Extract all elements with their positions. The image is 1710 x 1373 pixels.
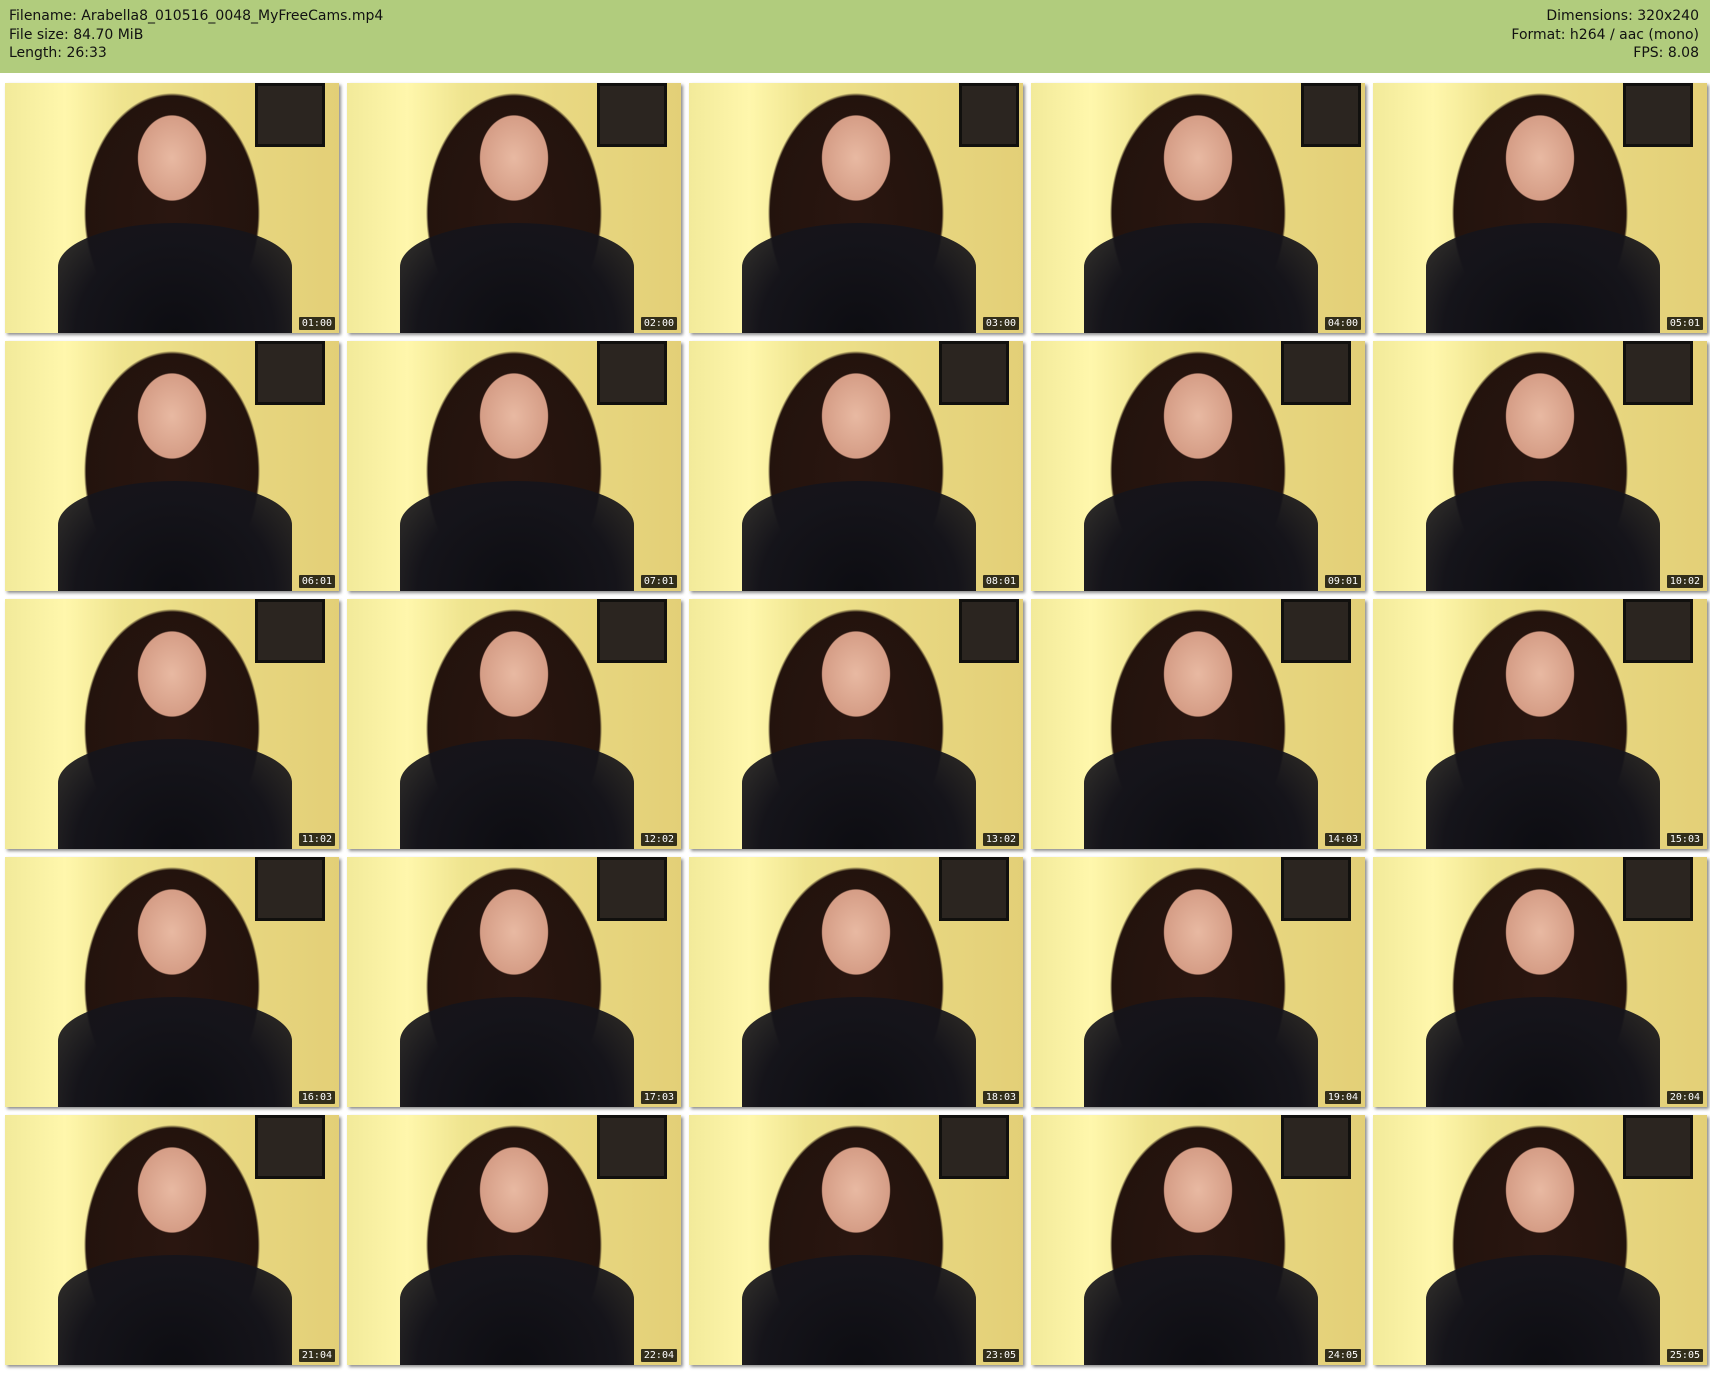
thumbnail: 22:04: [347, 1115, 681, 1365]
thumbnail: 25:05: [1373, 1115, 1707, 1365]
timestamp: 19:04: [1324, 1091, 1361, 1104]
timestamp: 02:00: [640, 317, 677, 330]
thumbnail: 16:03: [5, 857, 339, 1107]
timestamp: 15:03: [1666, 833, 1703, 846]
timestamp: 01:00: [298, 317, 335, 330]
timestamp: 06:01: [298, 575, 335, 588]
thumbnail: 01:00: [5, 83, 339, 333]
thumbnail: 20:04: [1373, 857, 1707, 1107]
thumbnail: 12:02: [347, 599, 681, 849]
timestamp: 17:03: [640, 1091, 677, 1104]
thumbnail: 09:01: [1031, 341, 1365, 591]
dimensions-text: Dimensions: 320x240: [1546, 8, 1699, 24]
timestamp: 04:00: [1324, 317, 1361, 330]
stream-info: Dimensions: 320x240 Format: h264 / aac (…: [1511, 7, 1699, 63]
timestamp: 22:04: [640, 1349, 677, 1362]
timestamp: 16:03: [298, 1091, 335, 1104]
thumbnail: 06:01: [5, 341, 339, 591]
thumbnail-grid: 01:00 02:00 03:00 04:00 05:01 06:01 07:0…: [5, 83, 1707, 1365]
thumbnail: 21:04: [5, 1115, 339, 1365]
timestamp: 13:02: [982, 833, 1019, 846]
thumbnail: 24:05: [1031, 1115, 1365, 1365]
info-header: Filename: Arabella8_010516_0048_MyFreeCa…: [0, 0, 1710, 73]
thumbnail: 02:00: [347, 83, 681, 333]
thumbnail: 08:01: [689, 341, 1023, 591]
thumbnail: 05:01: [1373, 83, 1707, 333]
thumbnail: 17:03: [347, 857, 681, 1107]
thumbnail: 14:03: [1031, 599, 1365, 849]
timestamp: 08:01: [982, 575, 1019, 588]
file-info: Filename: Arabella8_010516_0048_MyFreeCa…: [9, 7, 383, 63]
timestamp: 09:01: [1324, 575, 1361, 588]
thumbnail: 11:02: [5, 599, 339, 849]
timestamp: 23:05: [982, 1349, 1019, 1362]
timestamp: 05:01: [1666, 317, 1703, 330]
timestamp: 10:02: [1666, 575, 1703, 588]
filesize-text: File size: 84.70 MiB: [9, 26, 144, 43]
fps-text: FPS: 8.08: [1633, 45, 1699, 61]
thumbnail: 13:02: [689, 599, 1023, 849]
timestamp: 21:04: [298, 1349, 335, 1362]
thumbnail: 04:00: [1031, 83, 1365, 333]
thumbnail: 23:05: [689, 1115, 1023, 1365]
thumbnail: 18:03: [689, 857, 1023, 1107]
timestamp: 03:00: [982, 317, 1019, 330]
thumbnail: 19:04: [1031, 857, 1365, 1107]
thumbnail: 07:01: [347, 341, 681, 591]
length-text: Length: 26:33: [9, 45, 107, 61]
thumbnail: 15:03: [1373, 599, 1707, 849]
timestamp: 25:05: [1666, 1349, 1703, 1362]
thumbnail: 10:02: [1373, 341, 1707, 591]
timestamp: 14:03: [1324, 833, 1361, 846]
timestamp: 18:03: [982, 1091, 1019, 1104]
timestamp: 12:02: [640, 833, 677, 846]
timestamp: 20:04: [1666, 1091, 1703, 1104]
timestamp: 24:05: [1324, 1349, 1361, 1362]
timestamp: 11:02: [298, 833, 335, 846]
format-text: Format: h264 / aac (mono): [1511, 26, 1699, 43]
timestamp: 07:01: [640, 575, 677, 588]
thumbnail: 03:00: [689, 83, 1023, 333]
filename-text: Filename: Arabella8_010516_0048_MyFreeCa…: [9, 8, 384, 24]
